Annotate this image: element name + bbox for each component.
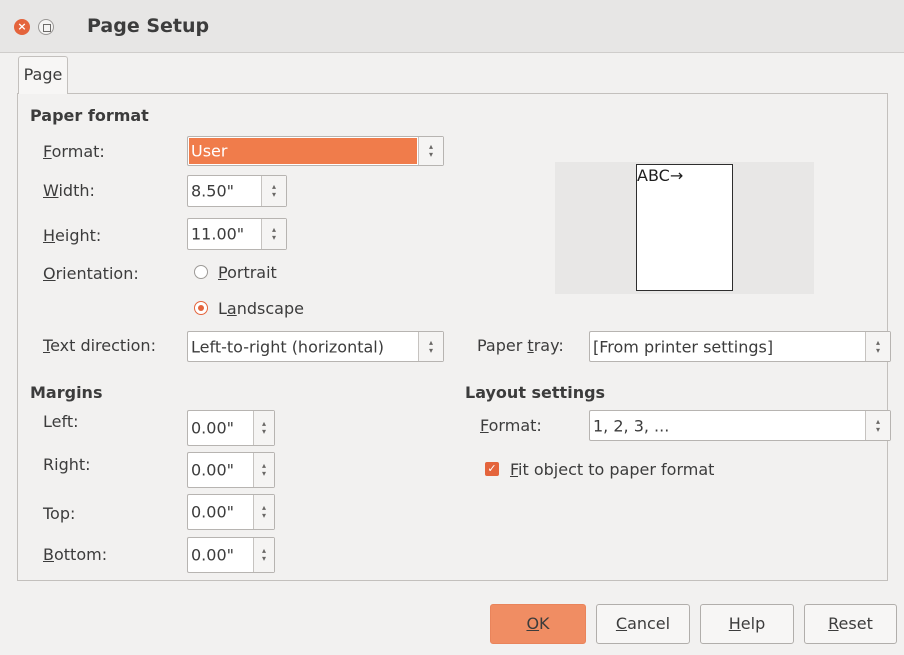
text-direction-select[interactable]: Left-to-right (horizontal) ▴ ▾ xyxy=(187,331,444,362)
paper-tray-select[interactable]: [From printer settings] ▴ ▾ xyxy=(589,331,891,362)
format-label: Format: xyxy=(43,142,105,161)
margin-bottom-spin-buttons[interactable]: ▴ ▾ xyxy=(253,538,274,572)
fit-object-checkbox[interactable]: ✓ xyxy=(485,462,499,476)
paper-tray-value: [From printer settings] xyxy=(593,337,774,356)
tab-page[interactable]: Page xyxy=(18,56,68,94)
reset-button[interactable]: Reset xyxy=(804,604,897,644)
width-label: Width: xyxy=(43,181,95,200)
layout-format-select[interactable]: 1, 2, 3, ... ▴ ▾ xyxy=(589,410,891,441)
paper-tray-label: Paper tray: xyxy=(477,336,564,355)
landscape-label[interactable]: Landscape xyxy=(218,299,304,318)
margin-bottom-label: Bottom: xyxy=(43,545,108,564)
width-spinbox[interactable]: 8.50" ▴ ▾ xyxy=(187,175,287,207)
help-button[interactable]: Help xyxy=(700,604,794,644)
paper-format-select[interactable]: User ▴ ▾ xyxy=(187,136,444,166)
cancel-button[interactable]: Cancel xyxy=(596,604,690,644)
margin-top-spin-buttons[interactable]: ▴ ▾ xyxy=(253,495,274,529)
height-spinbox[interactable]: 11.00" ▴ ▾ xyxy=(187,218,287,250)
layout-settings-heading: Layout settings xyxy=(465,383,606,402)
margin-right-value: 0.00" xyxy=(191,460,234,480)
text-direction-label: Text direction: xyxy=(43,336,156,355)
layout-format-value: 1, 2, 3, ... xyxy=(593,416,670,435)
text-direction-value: Left-to-right (horizontal) xyxy=(191,337,384,356)
window-title: Page Setup xyxy=(87,15,210,37)
portrait-label[interactable]: Portrait xyxy=(218,263,277,282)
margin-top-value: 0.00" xyxy=(191,502,234,522)
layout-format-label: Format: xyxy=(480,416,542,435)
margins-heading: Margins xyxy=(30,383,103,402)
select-arrows: ▴ ▾ xyxy=(418,137,443,165)
width-spin-buttons[interactable]: ▴ ▾ xyxy=(261,176,286,206)
paper-format-value: User xyxy=(191,141,228,161)
margin-bottom-spinbox[interactable]: 0.00" ▴ ▾ xyxy=(187,537,275,573)
fit-object-label[interactable]: Fit object to paper format xyxy=(510,460,714,479)
margin-top-spinbox[interactable]: 0.00" ▴ ▾ xyxy=(187,494,275,530)
margin-left-spinbox[interactable]: 0.00" ▴ ▾ xyxy=(187,410,275,446)
margin-bottom-value: 0.00" xyxy=(191,545,234,565)
paper-format-heading: Paper format xyxy=(30,106,149,125)
portrait-radio[interactable] xyxy=(194,265,208,279)
margin-left-value: 0.00" xyxy=(191,418,234,438)
height-spin-buttons[interactable]: ▴ ▾ xyxy=(261,219,286,249)
select-arrows: ▴ ▾ xyxy=(418,332,443,361)
width-value: 8.50" xyxy=(191,181,234,201)
margin-right-spinbox[interactable]: 0.00" ▴ ▾ xyxy=(187,452,275,488)
page-preview-text: ABC→ xyxy=(637,166,684,185)
margin-left-spin-buttons[interactable]: ▴ ▾ xyxy=(253,411,274,445)
close-icon[interactable]: × xyxy=(14,19,30,35)
orientation-label: Orientation: xyxy=(43,264,139,283)
landscape-radio[interactable] xyxy=(194,301,208,315)
margin-left-label: Left: xyxy=(43,412,79,431)
height-value: 11.00" xyxy=(191,224,245,244)
margin-right-spin-buttons[interactable]: ▴ ▾ xyxy=(253,453,274,487)
maximize-icon[interactable] xyxy=(38,19,54,35)
ok-button[interactable]: OK xyxy=(490,604,586,644)
height-label: Height: xyxy=(43,226,102,245)
close-glyph: × xyxy=(17,20,27,33)
select-arrows: ▴ ▾ xyxy=(865,411,890,440)
select-arrows: ▴ ▾ xyxy=(865,332,890,361)
margin-right-label: Right: xyxy=(43,455,91,474)
margin-top-label: Top: xyxy=(43,504,76,523)
checkmark-icon: ✓ xyxy=(487,462,497,475)
